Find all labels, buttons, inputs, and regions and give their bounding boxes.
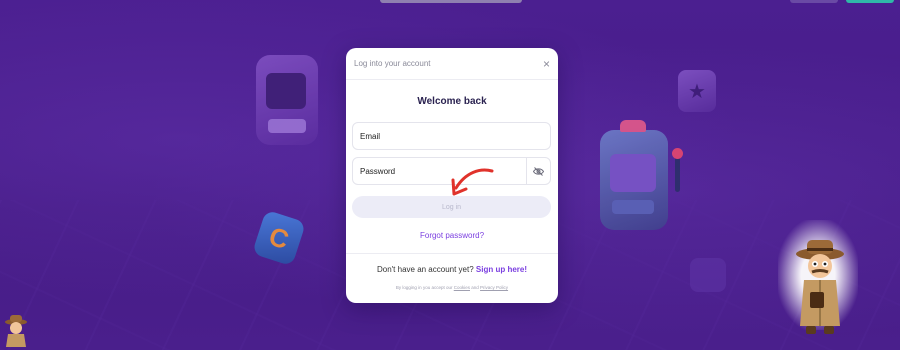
email-input[interactable] — [353, 123, 550, 149]
slot-lever-knob — [672, 148, 683, 159]
legal-text: By logging in you accept our Cookies and… — [346, 285, 558, 290]
signup-prompt: Don't have an account yet? — [376, 265, 474, 274]
forgot-password-link[interactable]: Forgot password? — [346, 231, 558, 240]
modal-title: Log into your account — [354, 59, 431, 68]
signup-row: Don't have an account yet? Sign up here! — [346, 265, 558, 274]
eye-off-icon[interactable] — [526, 158, 550, 184]
slot-screen — [266, 73, 306, 109]
slot-tray — [612, 200, 654, 214]
signup-link[interactable]: Sign up here! — [476, 265, 527, 274]
legal-and: and — [471, 285, 479, 290]
password-input[interactable] — [353, 158, 526, 184]
top-button-edge — [790, 0, 838, 3]
cube-illustration — [690, 258, 726, 292]
detective-mascot-icon[interactable] — [790, 236, 850, 336]
eye-off-icon-svg — [533, 166, 544, 176]
cookies-link[interactable]: Cookies — [454, 285, 470, 290]
slot-machine-illustration — [600, 120, 683, 230]
slot-tray — [268, 119, 306, 133]
slot-screen — [610, 154, 656, 192]
top-button-edge-accent — [846, 0, 894, 3]
slot-machine-illustration — [256, 55, 318, 145]
divider — [346, 253, 558, 254]
slot-lever — [675, 156, 680, 192]
legal-prefix: By logging in you accept our — [395, 285, 453, 290]
modal-header: Log into your account × — [346, 48, 558, 80]
close-icon[interactable]: × — [543, 58, 550, 70]
top-search-bar-edge — [380, 0, 522, 3]
red-arrow-annotation — [451, 168, 494, 196]
welcome-heading: Welcome back — [417, 96, 487, 107]
email-field-wrapper — [352, 122, 551, 150]
corner-detective-icon[interactable] — [2, 314, 30, 348]
privacy-policy-link[interactable]: Privacy Policy — [480, 285, 508, 290]
slot-top — [620, 120, 646, 132]
star-tile-illustration: ★ — [678, 70, 716, 112]
